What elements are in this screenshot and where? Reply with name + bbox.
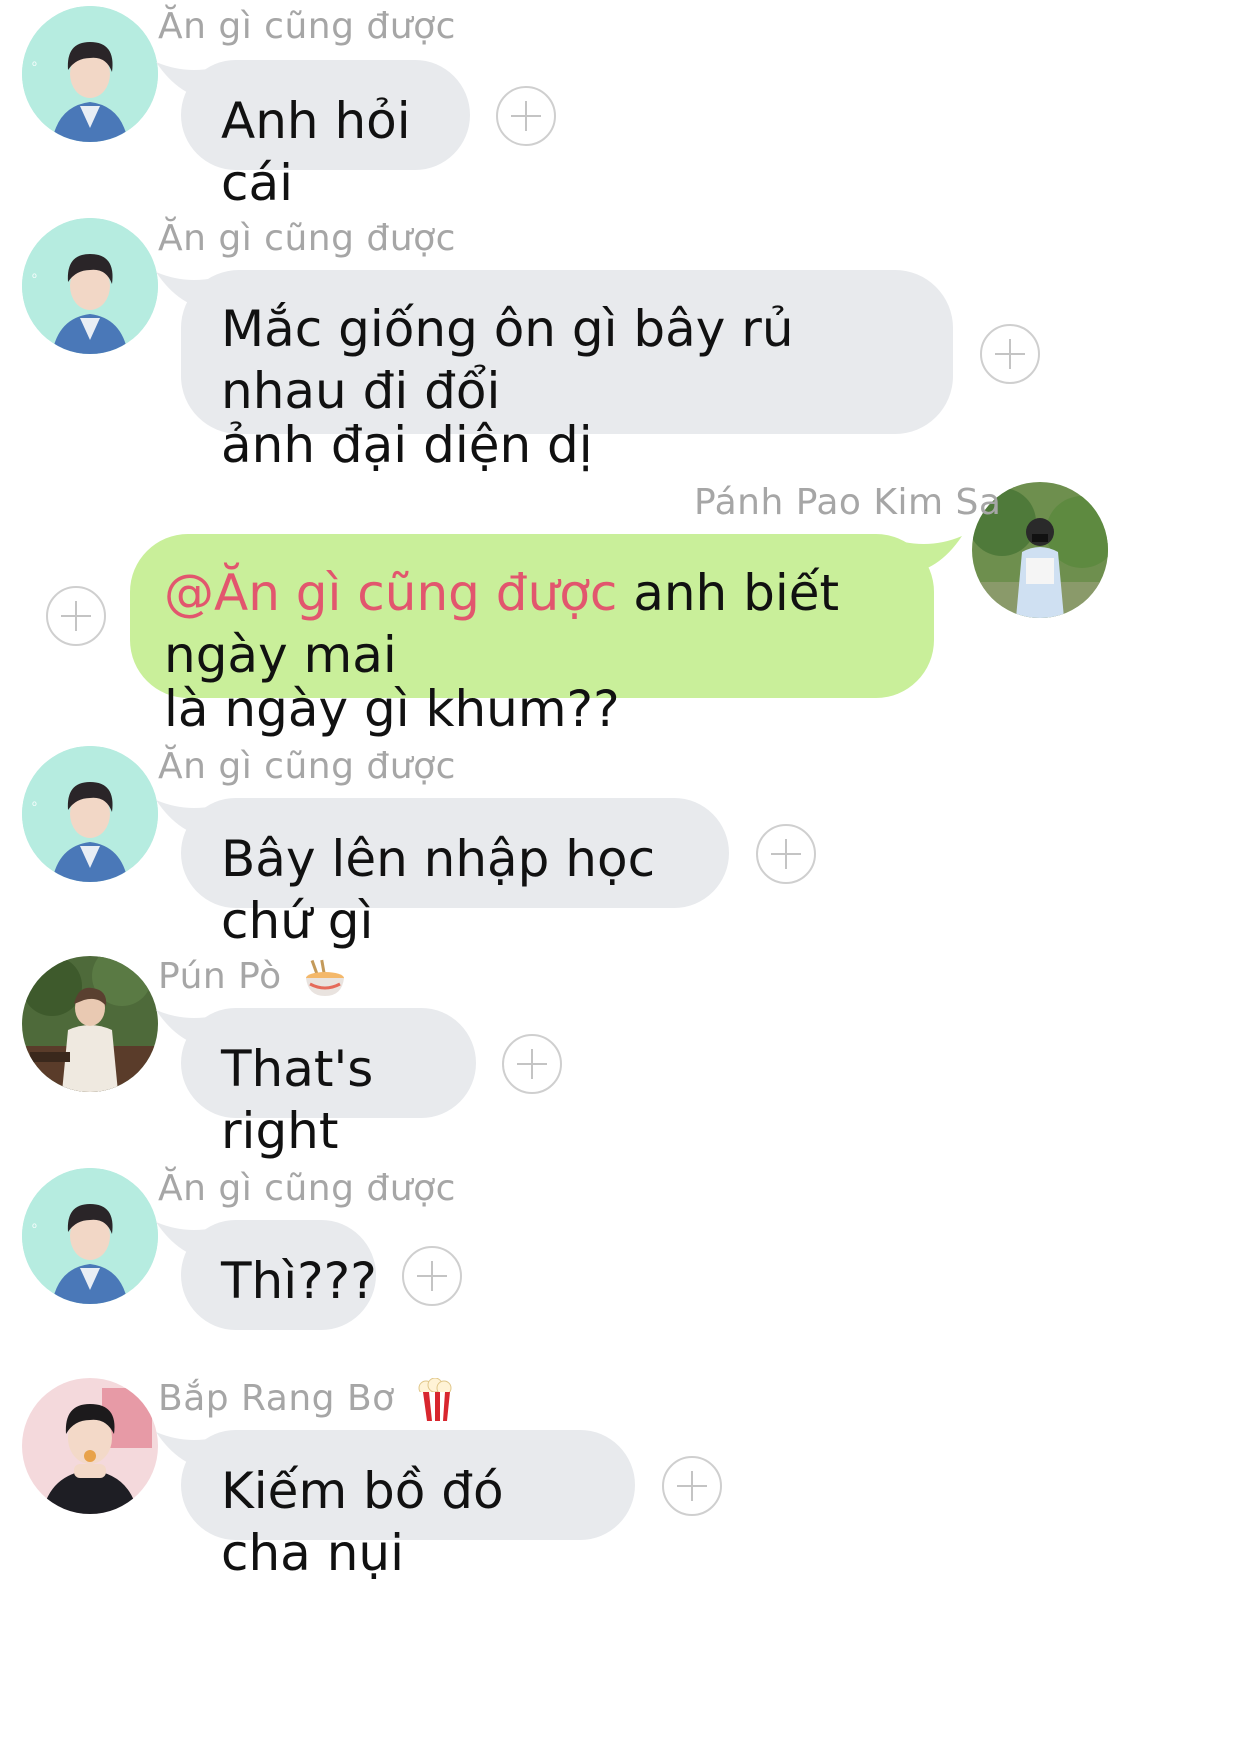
sender-name: Pánh Pao Kim Sa bbox=[694, 482, 1002, 523]
message-bubble[interactable]: Thì??? bbox=[181, 1220, 377, 1330]
message-text: Anh hỏi cái bbox=[221, 92, 411, 212]
add-reaction-button[interactable] bbox=[496, 86, 556, 146]
message-text-line: ảnh đại diện dị bbox=[221, 416, 593, 474]
avatar[interactable] bbox=[22, 1168, 158, 1304]
mention-link[interactable]: @Ăn gì cũng được bbox=[164, 564, 617, 622]
message-text-line: Mắc giống ôn gì bây rủ nhau đi đổi bbox=[221, 300, 794, 420]
message-bubble[interactable]: Kiếm bồ đó cha nụi bbox=[181, 1430, 635, 1582]
avatar[interactable] bbox=[22, 6, 158, 142]
message-text: Thì??? bbox=[221, 1252, 377, 1310]
message-bubble[interactable]: Anh hỏi cái bbox=[181, 60, 470, 212]
message-bubble[interactable]: That's right bbox=[181, 1008, 476, 1160]
message-bubble[interactable]: @Ăn gì cũng được anh biết ngày mai là ng… bbox=[130, 534, 934, 738]
message-text: That's right bbox=[221, 1040, 374, 1160]
add-reaction-button[interactable] bbox=[980, 324, 1040, 384]
sender-name: Pún Pò bbox=[158, 956, 346, 998]
add-reaction-button[interactable] bbox=[662, 1456, 722, 1516]
popcorn-icon bbox=[418, 1378, 452, 1421]
add-reaction-button[interactable] bbox=[756, 824, 816, 884]
avatar[interactable] bbox=[22, 218, 158, 354]
add-reaction-button[interactable] bbox=[46, 586, 106, 646]
message-text: Bây lên nhập học chứ gì bbox=[221, 830, 656, 950]
avatar[interactable] bbox=[22, 1378, 158, 1514]
message-text-line: là ngày gì khum?? bbox=[164, 680, 620, 738]
sender-name-text: Pún Pò bbox=[158, 956, 282, 997]
message-text: Kiếm bồ đó cha nụi bbox=[221, 1462, 504, 1582]
message-bubble[interactable]: Mắc giống ôn gì bây rủ nhau đi đổi ảnh đ… bbox=[181, 270, 953, 474]
sender-name: Ăn gì cũng được bbox=[158, 746, 456, 787]
sender-name: Ăn gì cũng được bbox=[158, 6, 456, 47]
add-reaction-button[interactable] bbox=[502, 1034, 562, 1094]
noodle-bowl-icon bbox=[305, 959, 344, 996]
add-reaction-button[interactable] bbox=[402, 1246, 462, 1306]
message-bubble[interactable]: Bây lên nhập học chứ gì bbox=[181, 798, 729, 950]
message-text-line: @Ăn gì cũng được anh biết ngày mai bbox=[164, 562, 904, 686]
sender-name-text: Bắp Rang Bơ bbox=[158, 1378, 395, 1419]
sender-name: Ăn gì cũng được bbox=[158, 1168, 456, 1209]
avatar[interactable] bbox=[22, 746, 158, 882]
avatar[interactable] bbox=[22, 956, 158, 1092]
sender-name: Bắp Rang Bơ bbox=[158, 1378, 453, 1422]
sender-name: Ăn gì cũng được bbox=[158, 218, 456, 259]
